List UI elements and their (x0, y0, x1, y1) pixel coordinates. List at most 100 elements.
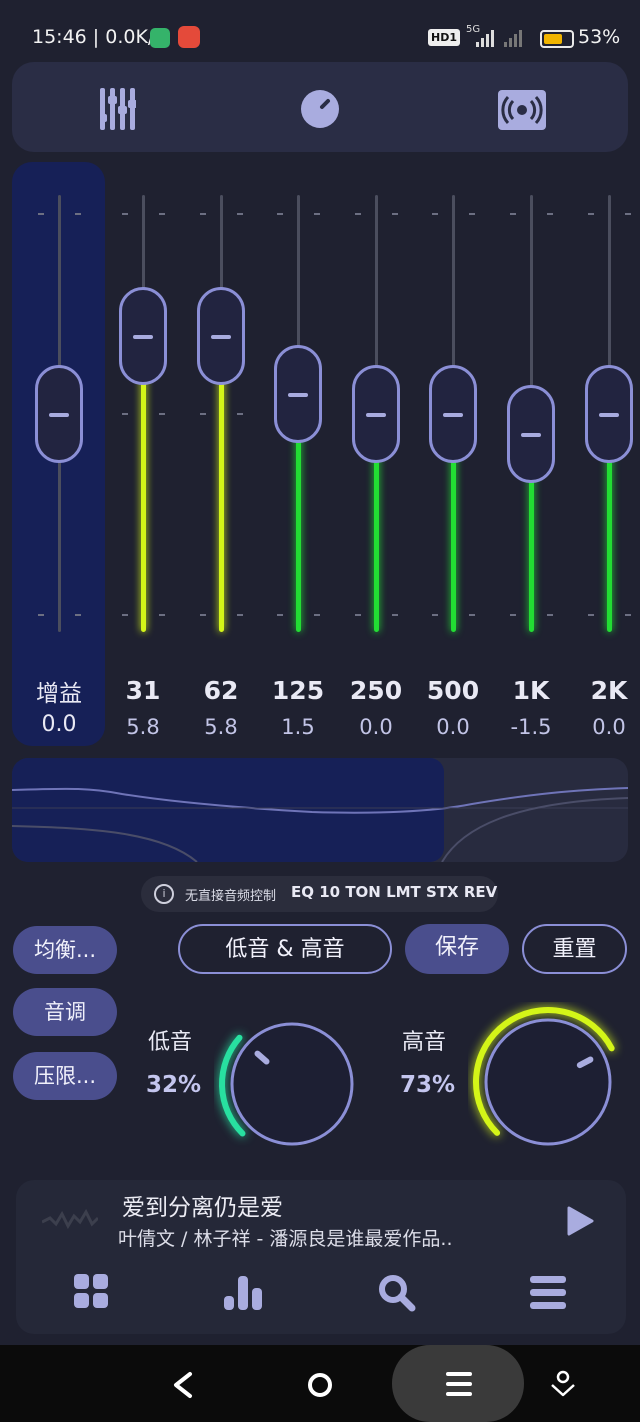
slider-thumb[interactable] (35, 365, 83, 463)
slider-tick (355, 213, 361, 215)
grid-icon[interactable] (74, 1274, 110, 1310)
slider-tick (237, 413, 243, 415)
thumb-grip (599, 413, 619, 417)
track-artist: 叶倩文 / 林子祥 - 潘源良是谁最爱作品.. (118, 1228, 453, 1250)
save-button[interactable]: 保存 (405, 924, 509, 974)
info-prefix: 无直接音频控制 (185, 889, 277, 904)
slider-tick (200, 614, 206, 616)
thumb-grip (211, 335, 231, 340)
band-frequency-label: 31 (125, 676, 161, 705)
band-gain-value: -1.5 (510, 715, 552, 739)
side-button-limiter[interactable]: 压限... (13, 1052, 117, 1100)
slider-tick (588, 213, 594, 215)
play-icon[interactable] (566, 1206, 594, 1236)
app-notification-icon (150, 28, 170, 48)
slider-thumb[interactable] (507, 385, 555, 484)
speaker-wave-icon[interactable] (498, 90, 546, 130)
slider-tick (510, 614, 516, 616)
slider-tick (392, 213, 398, 215)
knob-face (484, 1018, 612, 1146)
signal-icon (476, 30, 522, 47)
slider-tick (469, 614, 475, 616)
band-gain-value: 0.0 (359, 715, 393, 739)
thumb-grip (133, 335, 153, 340)
info-modes: EQ 10 TON LMT STX REV (291, 883, 498, 901)
battery-icon (540, 30, 574, 48)
assistant-icon[interactable] (550, 1369, 576, 1399)
thumb-grip (49, 413, 69, 417)
treble-label: 高音 (402, 1030, 447, 1055)
band-frequency-label: 250 (349, 676, 403, 705)
recents-button[interactable] (392, 1345, 524, 1422)
slider-thumb[interactable] (197, 287, 245, 386)
waveform-icon (42, 1208, 98, 1230)
bass-percent: 32% (146, 1072, 202, 1098)
home-icon[interactable] (306, 1371, 334, 1399)
thumb-grip (443, 413, 463, 417)
slider-tick (75, 213, 81, 215)
band-frequency-label: 1K (512, 676, 550, 705)
band-gain-value: 5.8 (204, 715, 238, 739)
band-gain-value: 1.5 (281, 715, 315, 739)
info-pill[interactable]: i 无直接音频控制 EQ 10 TON LMT STX REV (141, 876, 498, 912)
side-button-equalizer[interactable]: 均衡... (13, 926, 117, 974)
battery-percent: 53% (578, 26, 621, 48)
status-time: 15:46 | 0.0K/s (32, 26, 165, 48)
band-gain-value: 0.0 (592, 715, 626, 739)
slider-tick (159, 213, 165, 215)
equalizer-sliders-icon[interactable] (100, 88, 136, 130)
slider-tick (75, 614, 81, 616)
app-notification-icon-2 (178, 26, 200, 48)
slider-tick (122, 413, 128, 415)
eq-curve-preview[interactable] (12, 758, 628, 862)
slider-tick (432, 614, 438, 616)
slider-tick (392, 614, 398, 616)
slider-tick (159, 413, 165, 415)
thumb-grip (288, 392, 308, 397)
treble-knob[interactable] (468, 1002, 628, 1162)
eq-curve-graph (12, 758, 628, 862)
slider-thumb[interactable] (585, 365, 633, 463)
slider-tick (237, 213, 243, 215)
slider-tick (510, 213, 516, 215)
side-button-tone[interactable]: 音调 (13, 988, 117, 1036)
gain-value: 0.0 (41, 712, 77, 737)
bass-label: 低音 (148, 1030, 193, 1055)
slider-thumb[interactable] (274, 344, 322, 443)
reset-button[interactable]: 重置 (522, 924, 627, 974)
slider-tick (277, 213, 283, 215)
gain-label: 增益 (36, 681, 82, 707)
track-title: 爱到分离仍是爱 (122, 1195, 283, 1221)
recents-icon (446, 1372, 472, 1396)
slider-thumb[interactable] (429, 365, 477, 463)
slider-tick (38, 213, 44, 215)
slider-tick (159, 614, 165, 616)
slider-thumb[interactable] (119, 287, 167, 386)
slider-tick (469, 213, 475, 215)
slider-tick (314, 213, 320, 215)
bass-knob[interactable] (214, 1006, 370, 1162)
thumb-grip (521, 433, 541, 438)
slider-tick (314, 614, 320, 616)
back-icon[interactable] (170, 1371, 194, 1399)
slider-thumb[interactable] (352, 365, 400, 463)
slider-tick (547, 614, 553, 616)
mini-player[interactable]: 爱到分离仍是爱 叶倩文 / 林子祥 - 潘源良是谁最爱作品.. (16, 1180, 626, 1334)
slider-tick (625, 213, 631, 215)
slider-tick (122, 213, 128, 215)
preset-button[interactable]: 低音 & 高音 (178, 924, 392, 974)
slider-tick (625, 614, 631, 616)
knob-icon[interactable] (300, 89, 340, 129)
slider-tick (588, 614, 594, 616)
bar-chart-icon[interactable] (224, 1274, 264, 1310)
mode-tab-bar (12, 62, 628, 152)
slider-tick (200, 413, 206, 415)
search-icon[interactable] (378, 1274, 416, 1312)
band-frequency-label: 62 (203, 676, 239, 705)
system-nav-bar (0, 1345, 640, 1422)
slider-tick (355, 614, 361, 616)
menu-icon[interactable] (530, 1276, 566, 1310)
thumb-grip (366, 413, 386, 417)
band-gain-value: 5.8 (126, 715, 160, 739)
hd-badge: HD1 (428, 29, 460, 46)
